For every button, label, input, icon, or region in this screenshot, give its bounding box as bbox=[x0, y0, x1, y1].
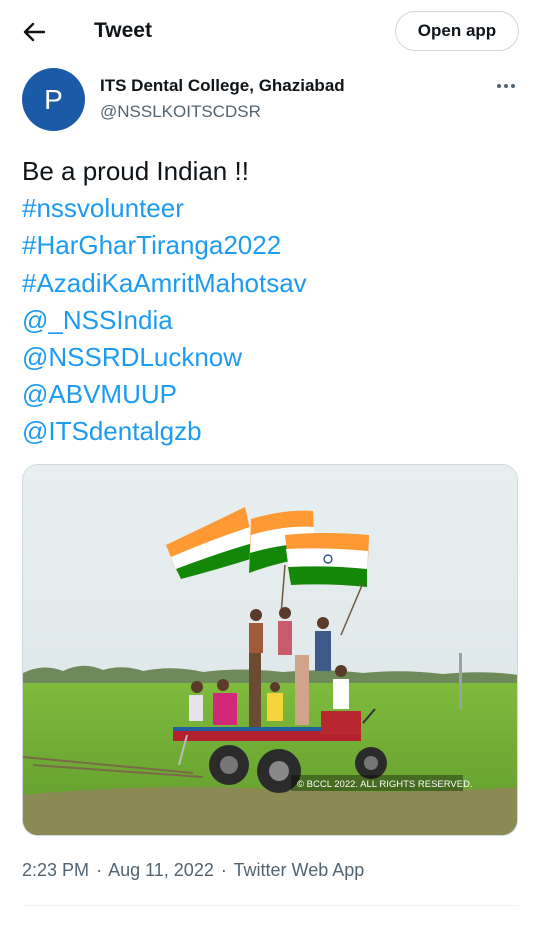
mention-link[interactable]: @ITSdentalgzb bbox=[22, 413, 522, 450]
tweet-source[interactable]: Twitter Web App bbox=[234, 860, 365, 880]
tweet-time[interactable]: 2:23 PM bbox=[22, 860, 89, 880]
hashtag-link[interactable]: #HarGharTiranga2022 bbox=[22, 227, 522, 264]
mention-link[interactable]: @ABVMUUP bbox=[22, 376, 522, 413]
tweet-image[interactable]: © BCCL 2022. ALL RIGHTS RESERVED. bbox=[22, 464, 518, 836]
photo-flags-on-vehicle: © BCCL 2022. ALL RIGHTS RESERVED. bbox=[23, 465, 517, 835]
back-arrow-icon bbox=[23, 22, 45, 42]
author-handle[interactable]: @NSSLKOITSCDSR bbox=[100, 102, 261, 122]
tweet-line: Be a proud Indian !! bbox=[22, 156, 249, 186]
author-name[interactable]: ITS Dental College, Ghaziabad bbox=[100, 76, 345, 96]
more-dots-icon bbox=[497, 84, 515, 88]
hashtag-link[interactable]: #AzadiKaAmritMahotsav bbox=[22, 265, 522, 302]
meta-separator: · bbox=[96, 860, 103, 880]
image-watermark: © BCCL 2022. ALL RIGHTS RESERVED. bbox=[297, 779, 473, 790]
more-options-button[interactable] bbox=[494, 74, 518, 98]
tweet-text: Be a proud Indian !! #nssvolunteer #HarG… bbox=[22, 153, 522, 451]
open-app-button[interactable]: Open app bbox=[395, 11, 519, 51]
tweet-date[interactable]: Aug 11, 2022 bbox=[108, 860, 214, 880]
top-bar: Tweet Open app bbox=[0, 0, 540, 62]
divider bbox=[22, 905, 518, 906]
hashtag-link[interactable]: #nssvolunteer bbox=[22, 190, 522, 227]
back-button[interactable] bbox=[14, 14, 54, 50]
mention-link[interactable]: @NSSRDLucknow bbox=[22, 339, 522, 376]
mention-link[interactable]: @_NSSIndia bbox=[22, 302, 522, 339]
meta-separator: · bbox=[220, 860, 227, 880]
tweet-metadata: 2:23 PM · Aug 11, 2022 · Twitter Web App bbox=[22, 860, 364, 881]
avatar[interactable]: P bbox=[22, 68, 85, 131]
page-title: Tweet bbox=[94, 19, 152, 42]
